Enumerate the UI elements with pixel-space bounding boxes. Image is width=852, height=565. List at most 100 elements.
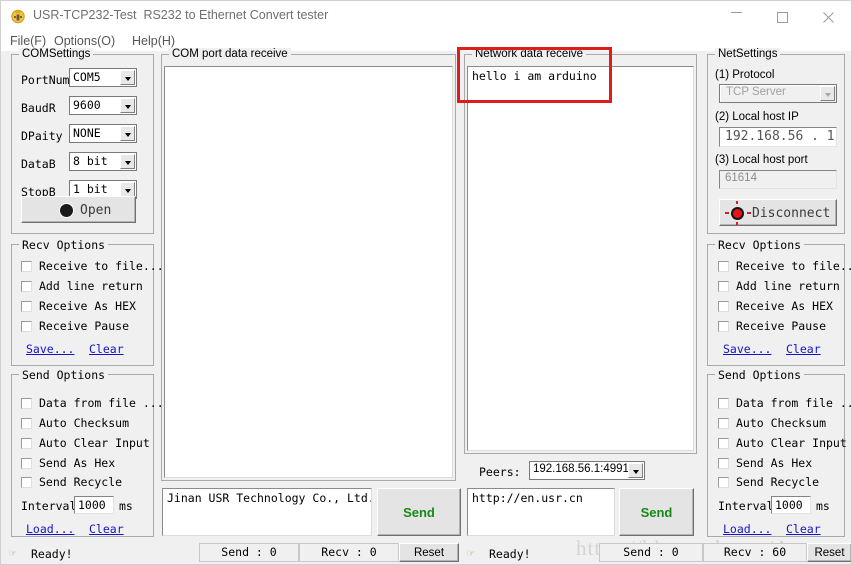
- chevron-down-icon[interactable]: [120, 126, 135, 141]
- status-left-recv: Recv : 0: [299, 543, 399, 562]
- status-right-recv: Recv : 60: [703, 543, 807, 562]
- network-receive-text: hello i am arduino: [472, 69, 597, 83]
- network-receive-pane[interactable]: hello i am arduino: [467, 66, 694, 451]
- chevron-down-icon[interactable]: [120, 98, 135, 113]
- checkbox-box[interactable]: [21, 418, 32, 429]
- com-interval-unit: ms: [119, 499, 133, 513]
- datab-label: DataB: [21, 157, 56, 171]
- menu-file[interactable]: File(F): [7, 33, 49, 49]
- portnum-label: PortNum: [21, 73, 70, 87]
- checkbox-box[interactable]: [718, 281, 729, 292]
- peers-value: 192.168.56.1:49919: [533, 463, 636, 475]
- com-recv-clear-link[interactable]: Clear: [89, 342, 124, 356]
- com-auto-clear-input-label: Auto Clear Input: [39, 436, 150, 450]
- net-send-options-legend: Send Options: [715, 368, 805, 382]
- checkbox-box[interactable]: [21, 438, 32, 449]
- com-port-send-button[interactable]: Send: [377, 488, 461, 536]
- network-send-button[interactable]: Send: [619, 488, 694, 536]
- chevron-down-icon[interactable]: [628, 463, 643, 478]
- status-right-send: Send : 0: [599, 543, 703, 562]
- status-right-reset-button[interactable]: Reset: [807, 543, 851, 562]
- checkbox-box[interactable]: [718, 438, 729, 449]
- datab-value: 8 bit: [73, 154, 108, 168]
- disconnect-button-label: Disconnect: [752, 206, 831, 221]
- checkbox-box[interactable]: [21, 281, 32, 292]
- disconnect-button[interactable]: Disconnect: [719, 199, 837, 226]
- peers-label: Peers:: [479, 465, 521, 479]
- status-left-ready: Ready!: [31, 547, 73, 561]
- status-right-ready: Ready!: [489, 547, 531, 561]
- checkbox-box[interactable]: [718, 418, 729, 429]
- checkbox-box[interactable]: [718, 321, 729, 332]
- net-interval-label: Interval: [718, 499, 774, 513]
- local-host-port-label: (3) Local host port: [715, 154, 808, 166]
- com-port-data-receive-legend: COM port data receive: [169, 48, 291, 60]
- net-send-clear-link[interactable]: Clear: [786, 522, 821, 536]
- led-indicator-icon: [60, 204, 73, 217]
- network-send-input[interactable]: http://en.usr.cn: [467, 488, 615, 536]
- com-send-clear-link[interactable]: Clear: [89, 522, 124, 536]
- net-interval-input[interactable]: 1000: [771, 496, 811, 514]
- status-left-reset-button[interactable]: Reset: [399, 543, 459, 562]
- network-send-text: http://en.usr.cn: [472, 491, 583, 505]
- baudr-value: 9600: [73, 98, 101, 112]
- net-settings-legend: NetSettings: [715, 48, 781, 60]
- minimize-icon[interactable]: [713, 1, 759, 31]
- com-send-as-hex-label: Send As Hex: [39, 456, 116, 470]
- baudr-label: BaudR: [21, 101, 56, 115]
- checkbox-box[interactable]: [21, 261, 32, 272]
- com-port-send-input[interactable]: Jinan USR Technology Co., Ltd.: [162, 488, 372, 536]
- portnum-value: COM5: [73, 70, 101, 84]
- menu-options[interactable]: Options(O): [51, 33, 118, 49]
- net-send-recycle-label: Send Recycle: [736, 475, 820, 489]
- checkbox-box[interactable]: [718, 261, 729, 272]
- net-recv-clear-link[interactable]: Clear: [786, 342, 821, 356]
- checkbox-box[interactable]: [718, 398, 729, 409]
- dpaity-combo[interactable]: NONE: [69, 124, 137, 143]
- net-send-as-hex-label: Send As Hex: [736, 456, 813, 470]
- com-recv-options-legend: Recv Options: [19, 238, 109, 252]
- net-recv-options-legend: Recv Options: [715, 238, 805, 252]
- com-interval-input[interactable]: 1000: [74, 496, 114, 514]
- chevron-down-icon[interactable]: [120, 182, 135, 197]
- checkbox-box[interactable]: [718, 458, 729, 469]
- checkbox-box[interactable]: [718, 477, 729, 488]
- chevron-down-icon[interactable]: [820, 86, 835, 101]
- open-button-label: Open: [80, 203, 112, 218]
- peers-combo[interactable]: 192.168.56.1:49919: [529, 461, 645, 480]
- local-host-ip-input[interactable]: 192.168.56 . 1: [719, 127, 837, 147]
- checkbox-box[interactable]: [21, 458, 32, 469]
- baudr-combo[interactable]: 9600: [69, 96, 137, 115]
- net-auto-clear-input-label: Auto Clear Input: [736, 436, 847, 450]
- checkbox-box[interactable]: [718, 301, 729, 312]
- checkbox-box[interactable]: [21, 301, 32, 312]
- com-port-receive-pane[interactable]: [164, 66, 453, 478]
- net-recv-save-link[interactable]: Save...: [723, 342, 771, 356]
- com-recv-save-link[interactable]: Save...: [26, 342, 74, 356]
- net-send-load-link[interactable]: Load...: [723, 522, 771, 536]
- net-auto-checksum-label: Auto Checksum: [736, 416, 827, 430]
- portnum-combo[interactable]: COM5: [69, 68, 137, 87]
- chevron-down-icon[interactable]: [120, 70, 135, 85]
- dpaity-value: NONE: [73, 126, 101, 140]
- maximize-icon[interactable]: [759, 1, 805, 31]
- usr-tcp232-test-window: USR-TCP232-Test RS232 to Ethernet Conver…: [0, 0, 852, 565]
- datab-combo[interactable]: 8 bit: [69, 152, 137, 171]
- checkbox-box[interactable]: [21, 321, 32, 332]
- open-button[interactable]: Open: [21, 196, 136, 223]
- status-left-send: Send : 0: [199, 543, 299, 562]
- checkbox-box[interactable]: [21, 477, 32, 488]
- checkbox-box[interactable]: [21, 398, 32, 409]
- com-interval-label: Interval: [21, 499, 77, 513]
- com-port-send-text: Jinan USR Technology Co., Ltd.: [167, 491, 372, 505]
- chevron-down-icon[interactable]: [120, 154, 135, 169]
- close-icon[interactable]: [805, 1, 851, 31]
- com-add-line-return-label: Add line return: [39, 279, 143, 293]
- title-bar: USR-TCP232-Test RS232 to Ethernet Conver…: [1, 1, 851, 32]
- menu-help[interactable]: Help(H): [129, 33, 178, 49]
- local-host-port-input[interactable]: 61614: [719, 170, 837, 189]
- com-send-load-link[interactable]: Load...: [26, 522, 74, 536]
- dpaity-label: DPaity: [21, 129, 63, 143]
- protocol-combo[interactable]: TCP Server: [719, 84, 837, 103]
- stopb-value: 1 bit: [73, 182, 108, 196]
